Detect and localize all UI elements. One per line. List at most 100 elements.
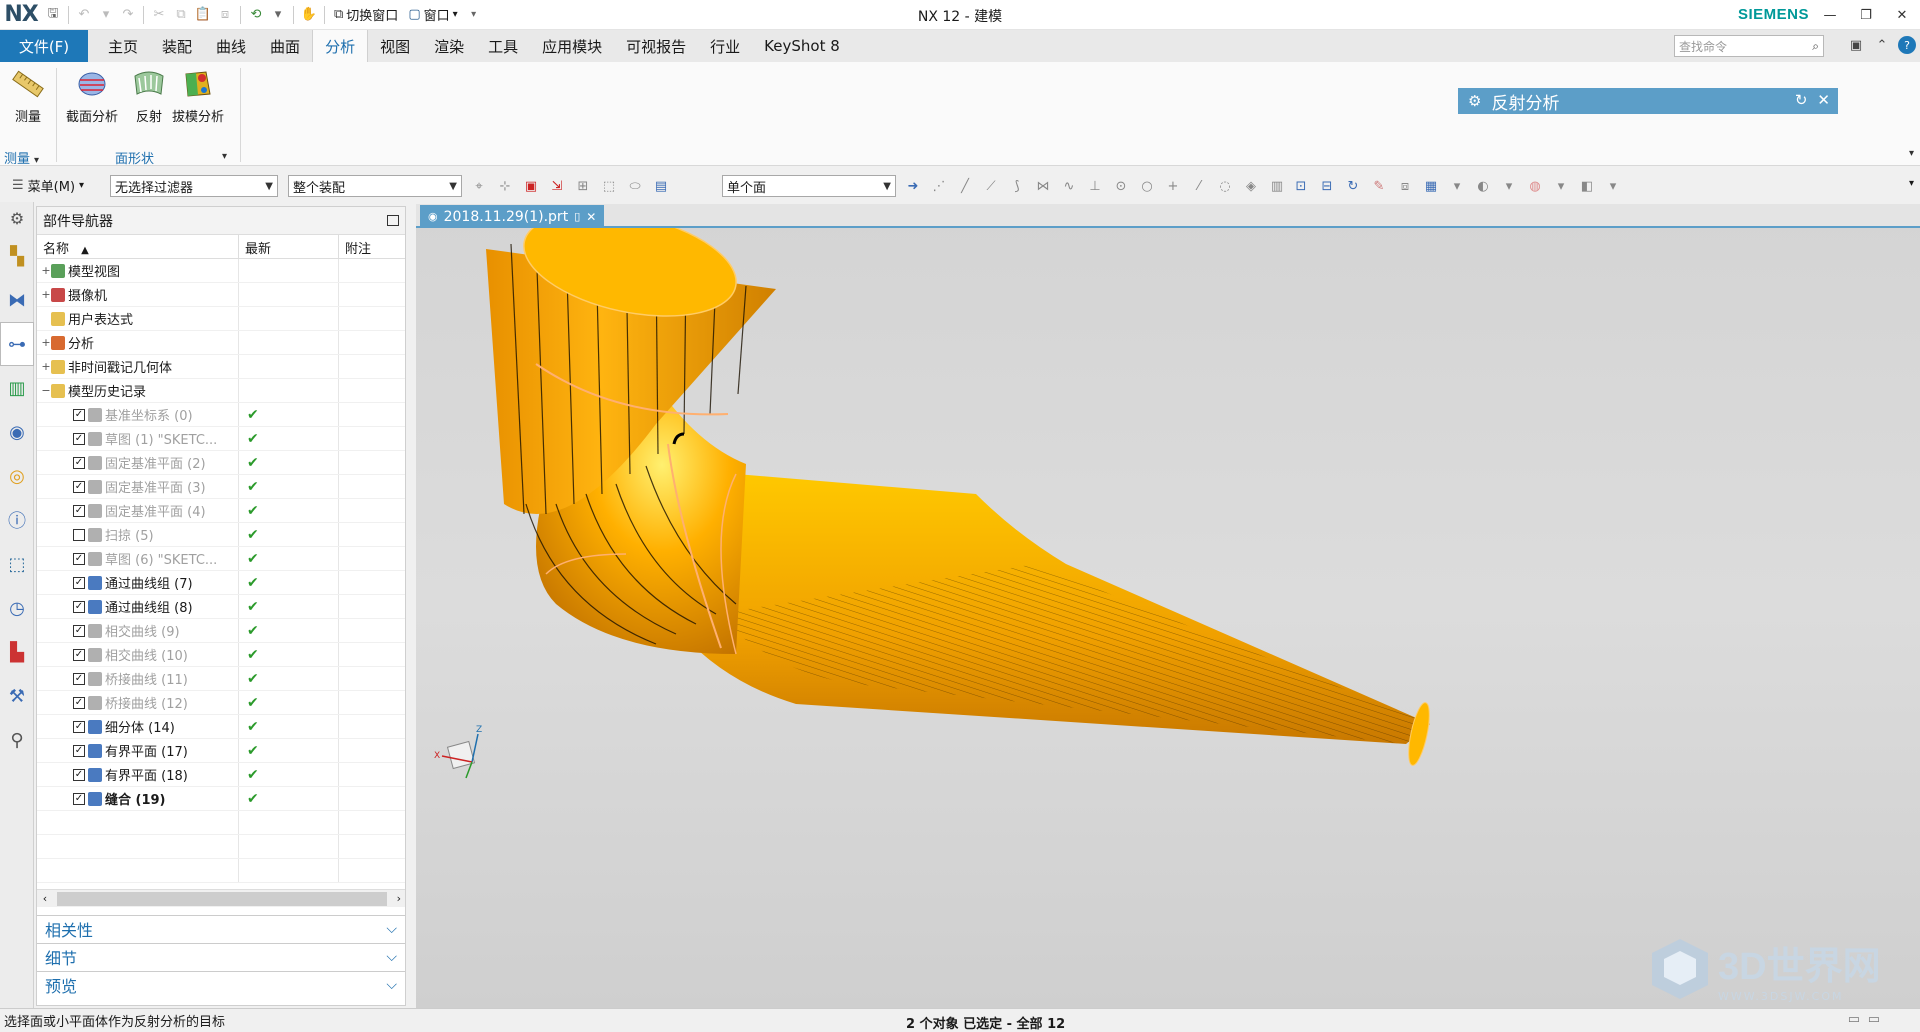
line-icon[interactable]: ╱ xyxy=(954,176,976,196)
tab-home[interactable]: 主页 xyxy=(96,30,150,62)
curve-point-icon[interactable]: ∿ xyxy=(1058,176,1080,196)
feature-checkbox[interactable]: ✓ xyxy=(73,648,85,661)
tab-render[interactable]: 渲染 xyxy=(422,30,476,62)
snap-dropdown-icon[interactable]: ⊹ xyxy=(494,176,516,196)
undo-icon[interactable]: ↶ xyxy=(73,4,95,26)
feature-checkbox[interactable]: ✓ xyxy=(73,552,85,565)
tree-node[interactable]: ✓ 有界平面 (17) ✔ xyxy=(37,739,405,763)
color-icon[interactable]: ◍ xyxy=(1524,176,1546,196)
feature-checkbox[interactable]: ✓ xyxy=(73,792,85,805)
manufacturing-wizard-icon[interactable]: ⚒ xyxy=(0,674,34,718)
feature-checkbox[interactable]: ✓ xyxy=(73,600,85,613)
tree-node[interactable]: ✓ 固定基准平面 (3) ✔ xyxy=(37,475,405,499)
feature-checkbox[interactable]: ✓ xyxy=(73,456,85,469)
render-style-icon[interactable]: ◐ xyxy=(1472,176,1494,196)
render-dropdown-icon[interactable]: ▾ xyxy=(1498,176,1520,196)
tree-node[interactable]: ✓ 相交曲线 (10) ✔ xyxy=(37,643,405,667)
pan-icon[interactable]: ✎ xyxy=(1368,176,1390,196)
column-comment[interactable]: 附注 xyxy=(339,235,405,258)
web-browser-icon[interactable]: ◎ xyxy=(0,454,34,498)
assembly-navigator-icon[interactable]: ▚ xyxy=(0,234,34,278)
scroll-left-icon[interactable]: ‹ xyxy=(37,892,53,905)
layout-dropdown-icon[interactable]: ▾ xyxy=(1446,176,1468,196)
scroll-right-icon[interactable]: › xyxy=(397,892,401,905)
control-point-icon[interactable]: ⟆ xyxy=(1006,176,1028,196)
show-hide-dropdown-icon[interactable]: ▾ xyxy=(1602,176,1624,196)
show-hide-icon[interactable]: ◧ xyxy=(1576,176,1598,196)
model-viewport[interactable]: Z X xyxy=(416,204,1920,1008)
select-arrow-icon[interactable]: ⇲ xyxy=(546,176,568,196)
tab-analysis[interactable]: 分析 xyxy=(312,30,369,62)
history-icon[interactable]: ⓘ xyxy=(0,498,34,542)
maximize-icon[interactable] xyxy=(387,215,399,226)
close-icon[interactable]: ✕ xyxy=(1884,0,1920,30)
feature-checkbox[interactable]: ✓ xyxy=(73,624,85,637)
expand-toggle-icon[interactable]: − xyxy=(41,384,51,397)
clock-icon[interactable]: ◷ xyxy=(0,586,34,630)
dialog-close-icon[interactable]: ✕ xyxy=(1817,91,1830,109)
endpoint-icon[interactable]: ⋰ xyxy=(928,176,950,196)
draft-analysis-button[interactable]: 拔模分析 xyxy=(172,66,224,125)
touch-mode-icon[interactable]: ✋ xyxy=(298,4,320,26)
part-navigator-icon[interactable]: ⊶ xyxy=(0,322,34,366)
collapse-ribbon-icon[interactable]: ⌃ xyxy=(1872,34,1892,56)
expand-toggle-icon[interactable]: + xyxy=(41,360,51,373)
tree-node[interactable]: ✓ 相交曲线 (9) ✔ xyxy=(37,619,405,643)
graphics-window[interactable]: Z X xyxy=(416,204,1920,1008)
plus-icon[interactable]: + xyxy=(1162,176,1184,196)
tree-node[interactable]: ✓ 细分体 (14) ✔ xyxy=(37,715,405,739)
status-icon-1[interactable]: ▭ xyxy=(1848,1012,1860,1027)
measure-group-label[interactable]: 测量 ▾ xyxy=(4,148,39,167)
arc-center-icon[interactable]: ⊙ xyxy=(1110,176,1132,196)
paste-special-icon[interactable]: ⧈ xyxy=(214,4,236,26)
tree-node[interactable]: ✓ 有界平面 (18) ✔ xyxy=(37,763,405,787)
quick-access-customize-icon[interactable]: ▾ xyxy=(463,4,485,26)
feature-checkbox[interactable]: ✓ xyxy=(73,504,85,517)
circle-icon[interactable]: ○ xyxy=(1136,176,1158,196)
orient-view-icon[interactable]: ⧈ xyxy=(1394,176,1416,196)
lasso-icon[interactable]: ⬭ xyxy=(624,176,646,196)
slash-icon[interactable]: ⁄ xyxy=(1188,176,1210,196)
tree-node[interactable]: ✓ 基准坐标系 (0) ✔ xyxy=(37,403,405,427)
select-all-icon[interactable]: ⊞ xyxy=(572,176,594,196)
undo-dropdown-icon[interactable]: ▾ xyxy=(95,4,117,26)
reuse-library-icon[interactable]: ▥ xyxy=(0,366,34,410)
details-panel[interactable]: 细节 ⌵ xyxy=(37,943,405,969)
fit-icon[interactable]: ⊡ xyxy=(1290,176,1312,196)
pin-icon[interactable]: ▯ xyxy=(574,210,580,223)
tree-node[interactable]: ✓ 通过曲线组 (8) ✔ xyxy=(37,595,405,619)
tab-close-icon[interactable]: ✕ xyxy=(586,210,596,224)
color-dropdown-icon[interactable]: ▾ xyxy=(1550,176,1572,196)
menu-button[interactable]: ☰ 菜单(M) ▾ xyxy=(4,176,92,195)
command-search-input[interactable]: 查找命令 ⌕ xyxy=(1674,35,1824,57)
settings-icon[interactable]: ⚙ xyxy=(0,202,34,234)
window-layout-icon[interactable]: ▣ xyxy=(1846,34,1866,56)
feature-checkbox[interactable]: ✓ xyxy=(73,672,85,685)
feature-checkbox[interactable]: ✓ xyxy=(73,768,85,781)
gear-icon[interactable]: ⚙ xyxy=(1468,92,1481,110)
dependencies-panel[interactable]: 相关性 ⌵ xyxy=(37,915,405,941)
hd3d-icon[interactable]: ◉ xyxy=(0,410,34,454)
feature-checkbox[interactable] xyxy=(73,528,85,541)
feature-checkbox[interactable]: ✓ xyxy=(73,576,85,589)
expand-toggle-icon[interactable]: + xyxy=(41,336,51,349)
tree-node[interactable]: ✓ 桥接曲线 (12) ✔ xyxy=(37,691,405,715)
select-rect-icon[interactable]: ▣ xyxy=(520,176,542,196)
tree-node[interactable]: + 模型视图 xyxy=(37,259,405,283)
expand-toggle-icon[interactable]: + xyxy=(41,288,51,301)
cut-icon[interactable]: ✂ xyxy=(148,4,170,26)
column-name[interactable]: 名称 ▲ xyxy=(37,235,239,258)
existing-point-icon[interactable]: ▥ xyxy=(1266,176,1288,196)
tab-tools[interactable]: 工具 xyxy=(476,30,530,62)
snap-icon[interactable]: ⌖ xyxy=(468,176,490,196)
file-menu[interactable]: 文件(F) xyxy=(0,30,88,62)
tree-node[interactable]: 扫掠 (5) ✔ xyxy=(37,523,405,547)
tree-node[interactable]: ✓ 草图 (6) "SKETC... ✔ xyxy=(37,547,405,571)
tree-node[interactable]: ✓ 固定基准平面 (2) ✔ xyxy=(37,451,405,475)
save-icon[interactable]: 🖫 xyxy=(42,4,64,26)
document-tab[interactable]: ◉ 2018.11.29(1).prt ▯ ✕ xyxy=(420,205,605,228)
system-materials-icon[interactable]: ⬚ xyxy=(0,542,34,586)
tree-node[interactable]: + 摄像机 xyxy=(37,283,405,307)
copy-icon[interactable]: ⧉ xyxy=(170,4,192,26)
reflection-button[interactable]: 反射 xyxy=(131,66,167,125)
